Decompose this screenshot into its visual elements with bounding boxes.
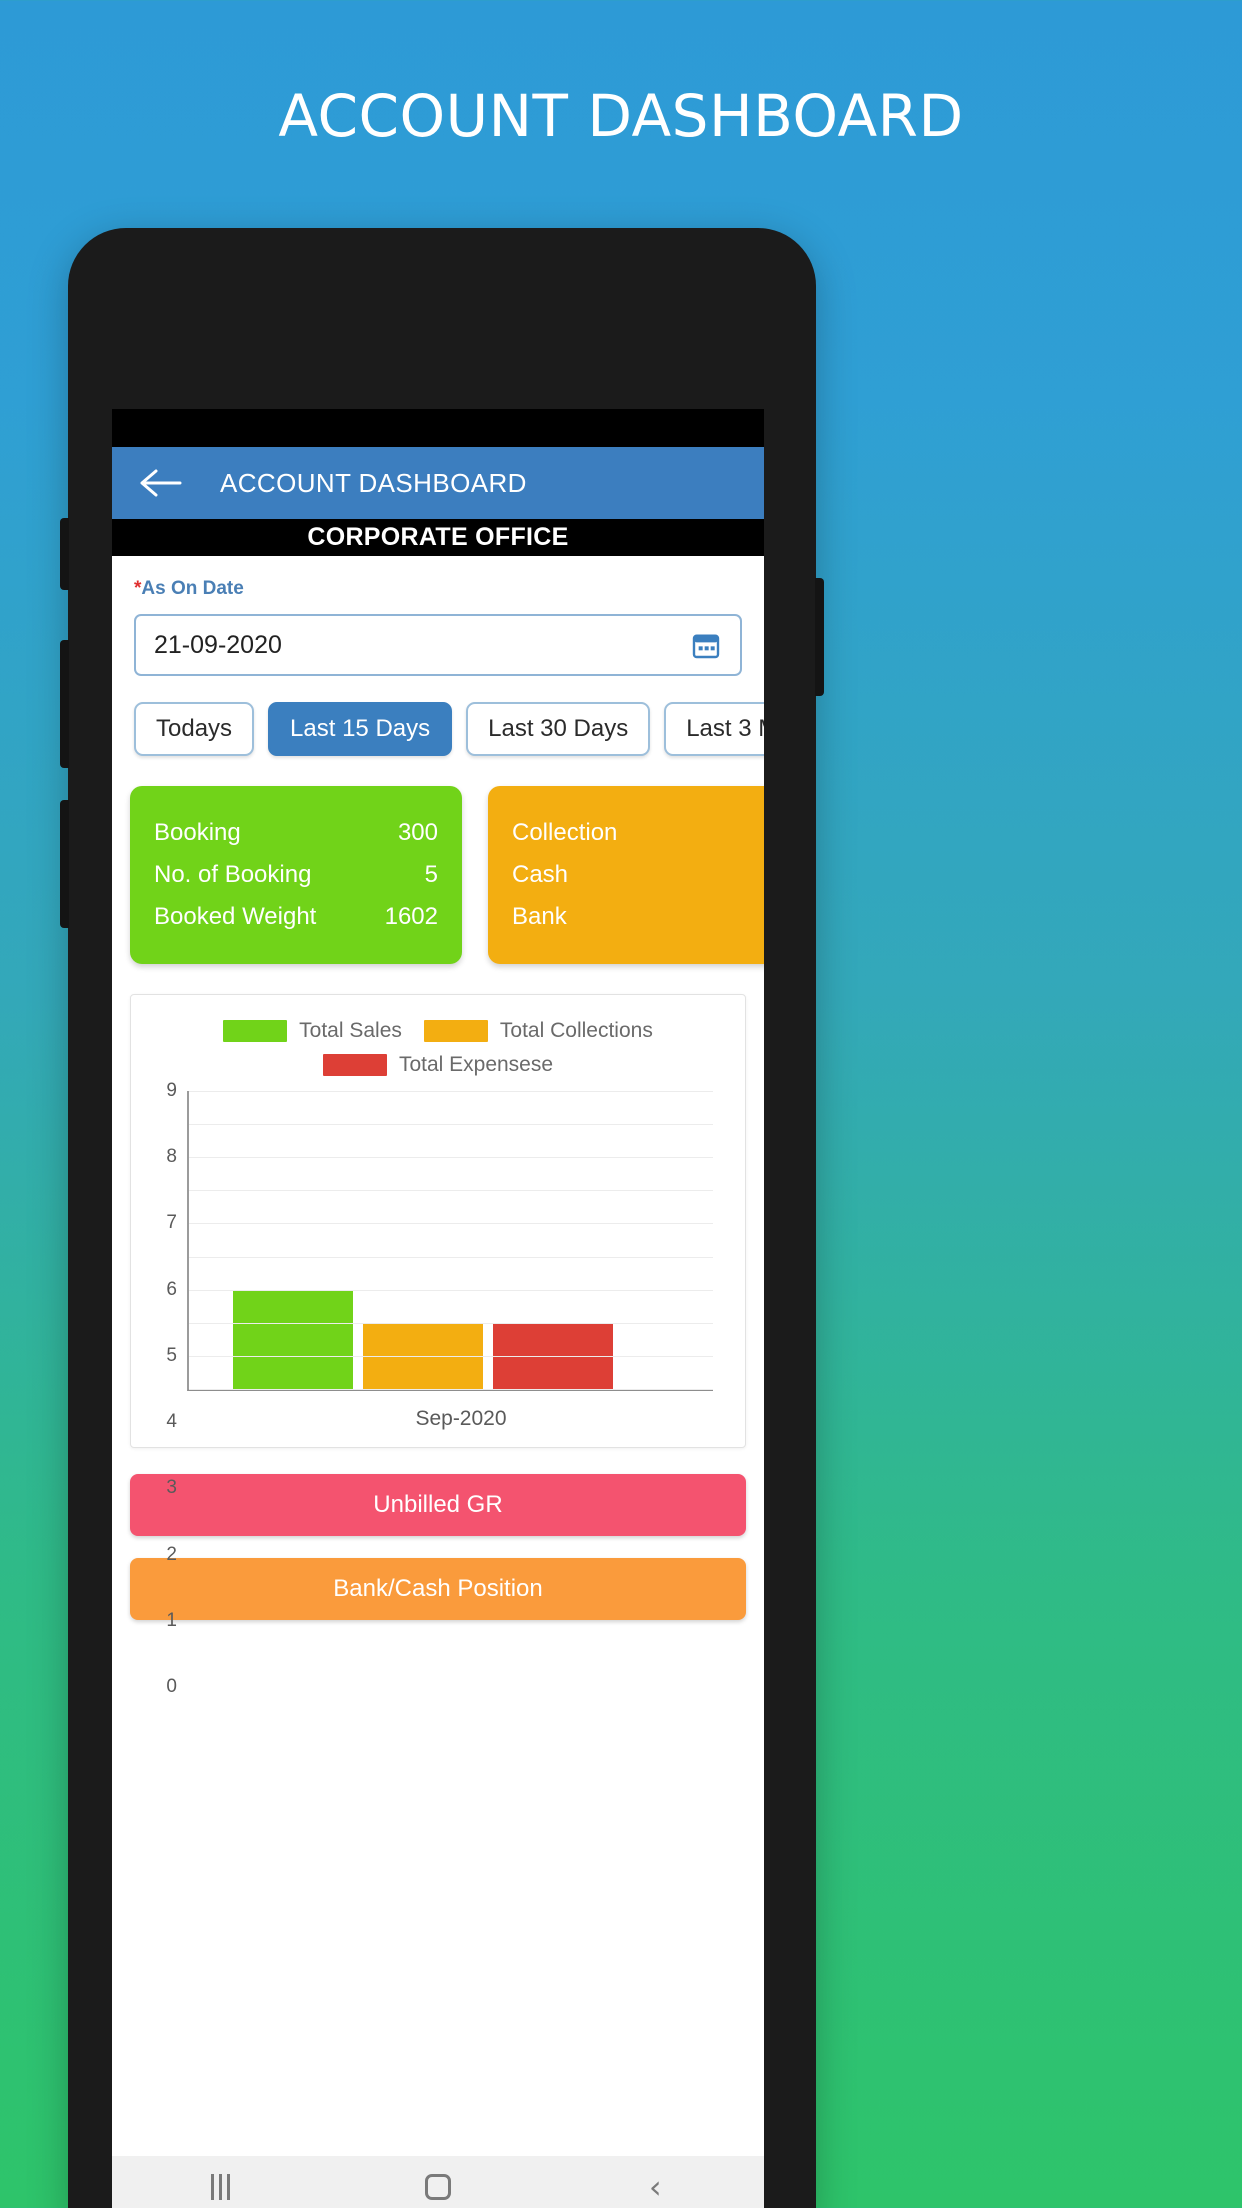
chart-grid-line: 5: [166, 1223, 713, 1366]
home-icon[interactable]: [403, 2167, 473, 2207]
stat-row: Booking 300: [154, 812, 438, 854]
chart-bar[interactable]: [233, 1289, 353, 1389]
calendar-icon[interactable]: [690, 629, 722, 661]
stat-row: Collection: [512, 812, 764, 854]
app-bar: ACCOUNT DASHBOARD: [112, 447, 764, 519]
branch-subtitle-bar: CORPORATE OFFICE: [112, 519, 764, 556]
phone-side-button-volume-up: [60, 640, 69, 768]
booking-summary-card[interactable]: Booking 300 No. of Booking 5 Booked Weig…: [130, 786, 462, 964]
stat-value: 300: [397, 819, 438, 846]
dashboard-content: *As On Date 21-09-2020 Todays Last 15 Da…: [112, 556, 764, 2208]
arrow-left-icon[interactable]: [138, 465, 184, 501]
chip-last-15-days[interactable]: Last 15 Days: [268, 702, 453, 756]
chart-y-tick-label: 9: [166, 1080, 177, 1101]
chart-grid-line: 1: [166, 1355, 713, 1631]
phone-frame: ACCOUNT DASHBOARD CORPORATE OFFICE *As O…: [60, 228, 824, 2208]
chart-plot-area: 0 1 2 3 4 5 6 7 8 9: [166, 1080, 713, 1697]
legend-label: Total Expensese: [398, 1053, 554, 1076]
chart-x-axis-label: Sep-2020: [415, 1407, 507, 1430]
chart-y-tick-label: 6: [166, 1278, 177, 1300]
phone-screen: ACCOUNT DASHBOARD CORPORATE OFFICE *As O…: [112, 409, 764, 2208]
as-on-date-label-text: As On Date: [141, 578, 244, 599]
chart-legend: Total Sales Total Collections Total Expe…: [141, 1011, 735, 1091]
status-bar: [112, 409, 764, 447]
stat-row: Cash: [512, 854, 764, 896]
chart-y-tick-label: 2: [166, 1543, 177, 1565]
chart-grid-line: 2: [166, 1322, 713, 1565]
android-navigation-bar: ‹: [112, 2156, 764, 2208]
stat-label: Collection: [512, 819, 618, 846]
legend-swatch: [423, 1020, 488, 1042]
as-on-date-value[interactable]: 21-09-2020: [154, 631, 690, 660]
chart-grid-line: 4: [166, 1256, 713, 1432]
stat-row: Bank: [512, 896, 764, 938]
chart-y-tick-label: 4: [166, 1411, 177, 1433]
chart-grid-line: 7: [166, 1157, 713, 1233]
chip-todays[interactable]: Todays: [134, 702, 255, 756]
stat-value: 1602: [384, 903, 438, 930]
chart-grid-line: 0: [166, 1389, 713, 1697]
branch-name: CORPORATE OFFICE: [307, 523, 569, 551]
chip-last-30-days[interactable]: Last 30 Days: [466, 702, 651, 756]
legend-label: Total Sales: [299, 1019, 402, 1042]
summary-cards: Booking 300 No. of Booking 5 Booked Weig…: [112, 756, 764, 964]
sales-chart-card: Total Sales Total Collections Total Expe…: [130, 994, 746, 1697]
chart-grid-line: 9: [166, 1080, 713, 1101]
legend-item-total-expenses[interactable]: Total Expensese: [322, 1053, 554, 1077]
stat-label: No. of Booking: [154, 861, 312, 888]
chip-last-3-months[interactable]: Last 3 Months: [664, 702, 764, 756]
phone-side-button-mute: [60, 518, 69, 590]
phone-side-button-power: [815, 578, 824, 696]
unbilled-gr-button[interactable]: Unbilled GR: [130, 1474, 746, 1536]
legend-item-total-sales[interactable]: Total Sales: [223, 1019, 402, 1043]
app-bar-title: ACCOUNT DASHBOARD: [220, 467, 527, 498]
legend-swatch: [322, 1054, 387, 1076]
chart-y-tick-label: 8: [166, 1146, 177, 1168]
legend-item-total-collections[interactable]: Total Collections: [423, 1019, 653, 1043]
chart-grid-line: 3: [166, 1289, 713, 1498]
phone-side-button-volume-down: [60, 800, 69, 928]
action-buttons: Unbilled GR Bank/Cash Position: [112, 1448, 764, 1620]
recents-icon[interactable]: [186, 2167, 256, 2207]
back-icon[interactable]: ‹: [620, 2167, 690, 2207]
stat-label: Booking: [154, 819, 241, 846]
chart-y-tick-label: 3: [166, 1477, 177, 1499]
stat-label: Cash: [512, 861, 569, 888]
chart-grid-line: 6: [166, 1190, 713, 1300]
stat-label: Bank: [512, 903, 567, 930]
stat-row: No. of Booking 5: [154, 854, 438, 896]
as-on-date-field-block: *As On Date 21-09-2020: [112, 556, 764, 676]
page-title: ACCOUNT DASHBOARD: [278, 82, 964, 150]
collection-summary-card[interactable]: Collection Cash Bank: [488, 786, 764, 964]
stat-value: 5: [424, 861, 438, 888]
chart-y-tick-label: 5: [166, 1344, 177, 1366]
back-chevron-glyph: ‹: [648, 2168, 662, 2206]
as-on-date-input[interactable]: 21-09-2020: [134, 614, 742, 676]
chart-y-tick-label: 1: [166, 1609, 177, 1631]
legend-swatch: [223, 1020, 288, 1042]
bank-cash-position-button[interactable]: Bank/Cash Position: [130, 1558, 746, 1620]
chart-y-tick-label: 0: [166, 1676, 177, 1697]
chart-bars: [233, 1091, 713, 1389]
quick-filter-chips: Todays Last 15 Days Last 30 Days Last 3 …: [112, 676, 764, 756]
as-on-date-label: *As On Date: [134, 578, 742, 600]
legend-label: Total Collections: [499, 1019, 653, 1042]
stat-label: Booked Weight: [154, 903, 317, 930]
chart-y-tick-label: 7: [166, 1212, 177, 1234]
chart-grid-line: 8: [166, 1124, 713, 1167]
stat-row: Booked Weight 1602: [154, 896, 438, 938]
